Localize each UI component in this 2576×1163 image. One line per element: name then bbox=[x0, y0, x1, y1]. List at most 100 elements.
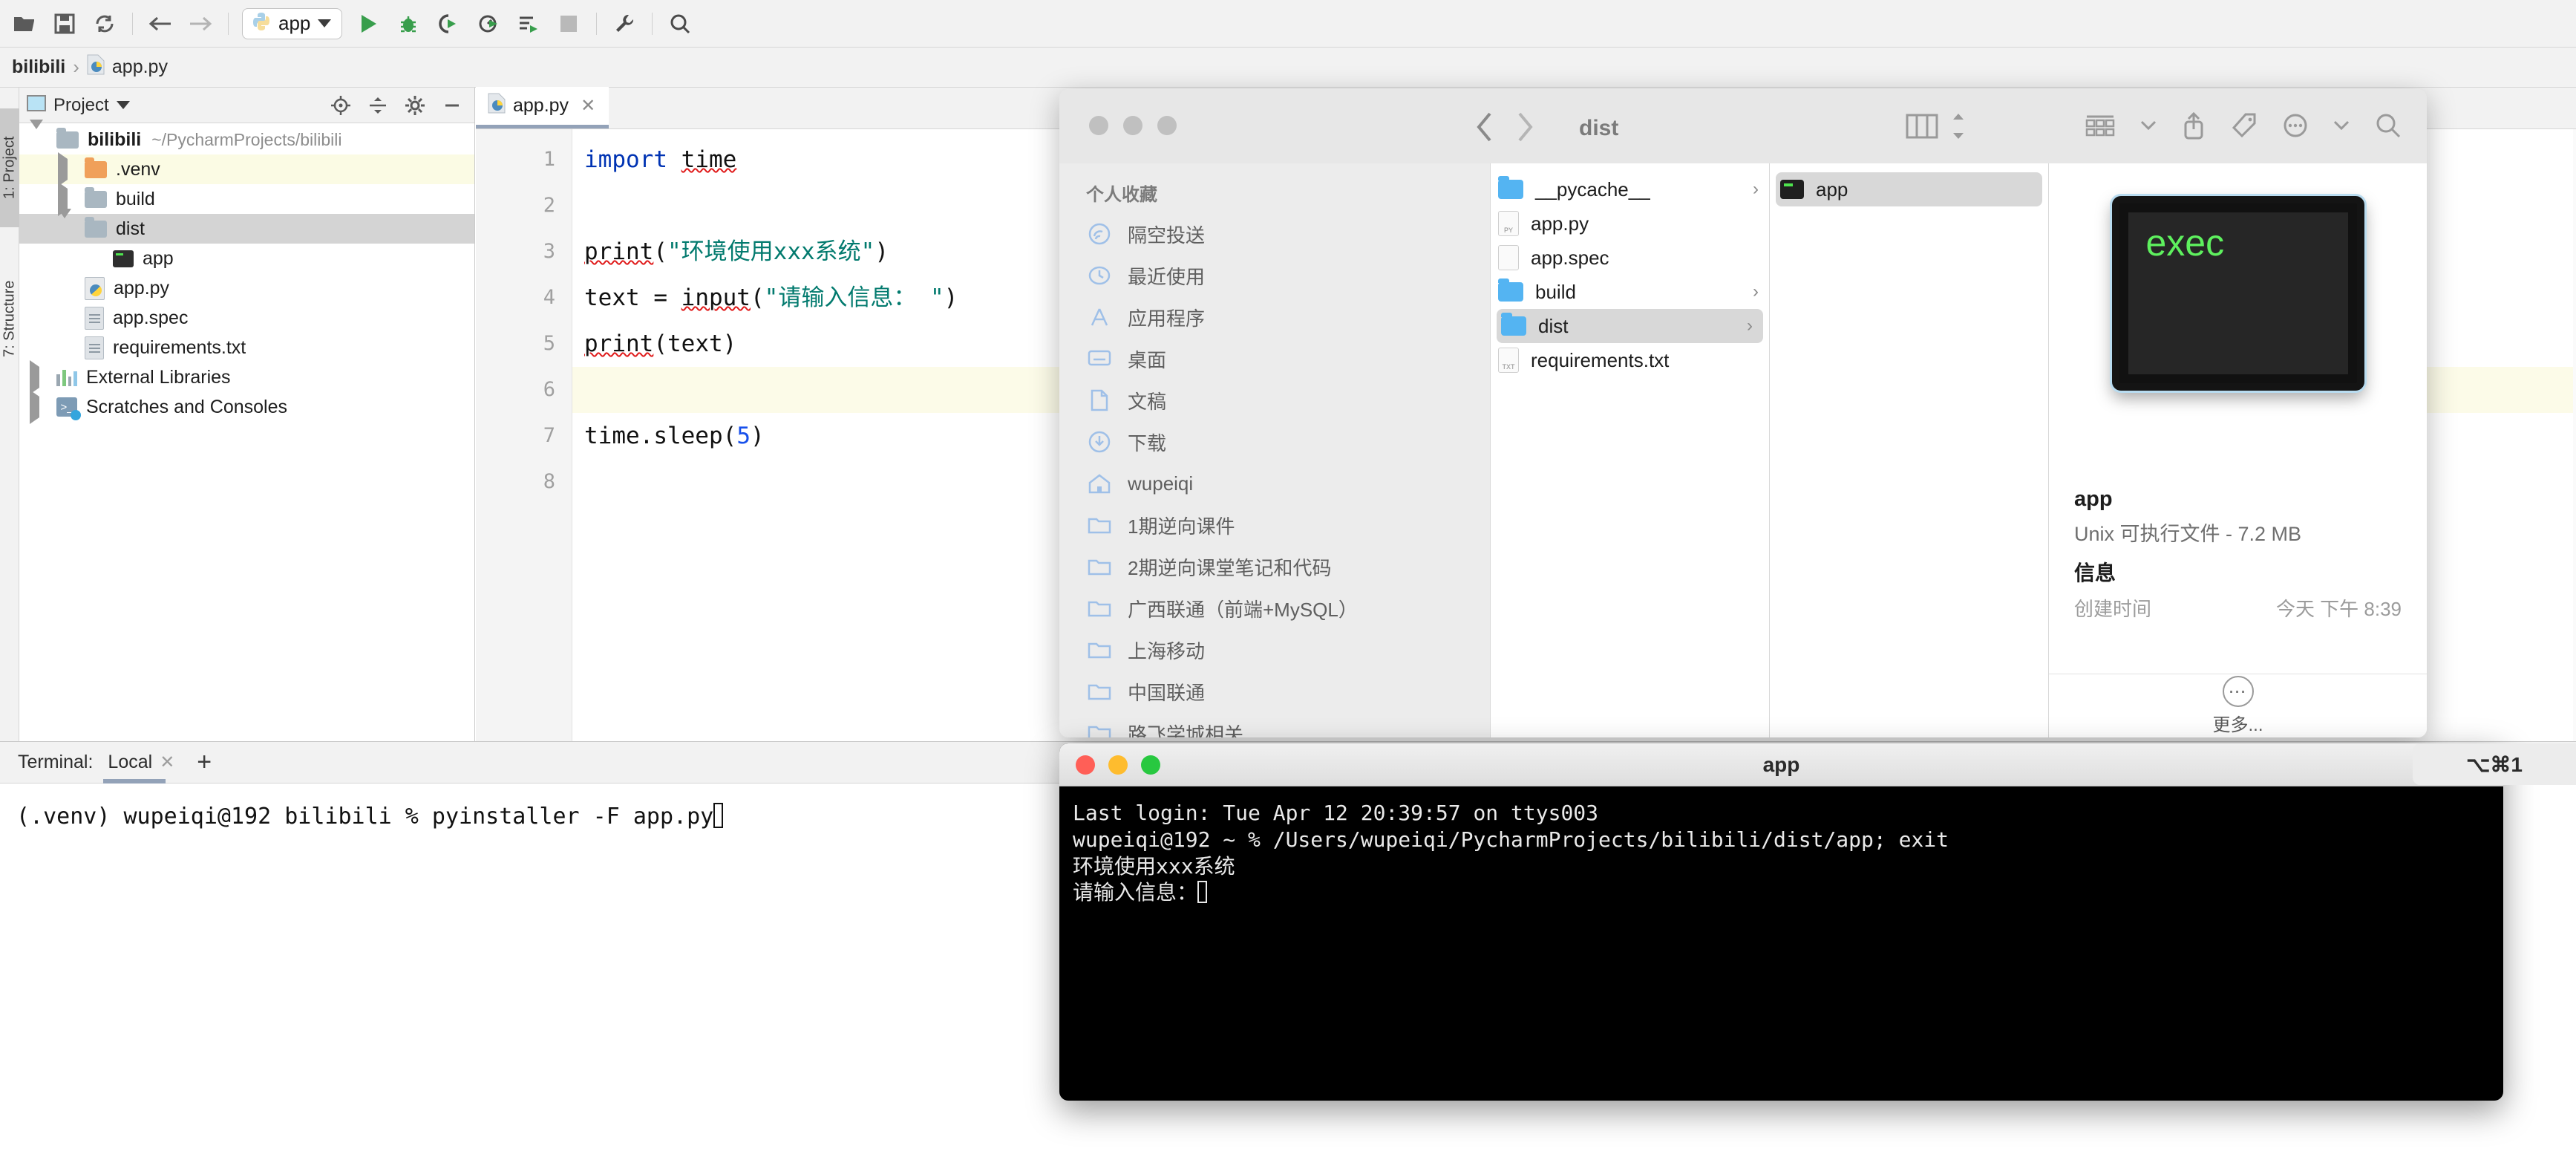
finder-sidebar-section-title: 个人收藏 bbox=[1086, 185, 1157, 205]
back-arrow-icon[interactable] bbox=[140, 7, 180, 40]
finder-sidebar-item-label: 桌面 bbox=[1128, 348, 1167, 371]
finder-file-row[interactable]: PY app.py bbox=[1491, 206, 1769, 241]
run-with-icon[interactable] bbox=[509, 7, 549, 40]
collapse-all-icon[interactable] bbox=[363, 91, 393, 120]
run-coverage-icon[interactable] bbox=[428, 7, 468, 40]
hide-panel-icon[interactable] bbox=[437, 91, 467, 120]
finder-file-label: requirements.txt bbox=[1531, 348, 1670, 371]
tree-item-app-py[interactable]: app.py bbox=[19, 273, 474, 303]
save-icon[interactable] bbox=[45, 7, 85, 40]
finder-sidebar-item[interactable]: 隔空投送 bbox=[1059, 213, 1490, 255]
finder-sidebar-item[interactable]: 路飞学城相关 bbox=[1059, 712, 1490, 737]
finder-file-row[interactable]: build › bbox=[1491, 275, 1769, 309]
finder-sidebar-item[interactable]: wupeiqi bbox=[1059, 463, 1490, 504]
tag-icon[interactable] bbox=[2231, 112, 2258, 139]
tree-item-app[interactable]: app bbox=[19, 244, 474, 273]
finder-sidebar-item[interactable]: 上海移动 bbox=[1059, 629, 1490, 671]
tree-item-app-spec[interactable]: app.spec bbox=[19, 303, 474, 333]
chevron-down-icon[interactable] bbox=[2140, 120, 2157, 131]
sync-icon[interactable] bbox=[85, 7, 125, 40]
terminal-line: 请输入信息： bbox=[1073, 879, 2503, 906]
tree-item-build[interactable]: build bbox=[19, 181, 474, 216]
sort-arrows-icon[interactable] bbox=[1950, 111, 1967, 141]
search-icon[interactable] bbox=[660, 7, 700, 40]
finder-sidebar-item[interactable]: 最近使用 bbox=[1059, 255, 1490, 296]
share-icon[interactable] bbox=[2182, 111, 2206, 140]
twisty-collapsed-icon[interactable] bbox=[30, 389, 46, 424]
column-view-icon[interactable] bbox=[1906, 113, 1938, 140]
add-terminal-button[interactable]: + bbox=[197, 748, 212, 777]
finder-file-row[interactable]: app bbox=[1776, 172, 2042, 206]
finder-sidebar-item[interactable]: 广西联通（前端+MySQL） bbox=[1059, 587, 1490, 629]
open-folder-icon[interactable] bbox=[4, 7, 45, 40]
finder-sidebar-item[interactable]: 桌面 bbox=[1059, 338, 1490, 379]
back-chevron-icon[interactable] bbox=[1475, 111, 1494, 143]
tree-item-bilibili[interactable]: bilibili ~/PycharmProjects/bilibili bbox=[19, 119, 474, 154]
tree-item-label: bilibili bbox=[88, 128, 142, 150]
preview-more-label[interactable]: 更多... bbox=[2212, 710, 2263, 736]
twisty-collapsed-icon[interactable] bbox=[58, 152, 74, 186]
twisty-collapsed-icon[interactable] bbox=[30, 359, 46, 394]
finder-sidebar-item[interactable]: 1期逆向课件 bbox=[1059, 504, 1490, 546]
tree-item-scratches-and-consoles[interactable]: >_ Scratches and Consoles bbox=[19, 389, 474, 424]
editor-scroll-track[interactable] bbox=[2573, 129, 2576, 741]
chevron-down-icon[interactable] bbox=[318, 19, 332, 27]
finder-file-row[interactable]: app.spec bbox=[1491, 241, 1769, 275]
tree-item--venv[interactable]: .venv bbox=[19, 152, 474, 186]
breadcrumb-file[interactable]: app.py bbox=[112, 56, 168, 78]
close-window-button[interactable] bbox=[1089, 116, 1108, 135]
group-view-icon[interactable] bbox=[2085, 113, 2115, 138]
mac-terminal-window: app Last login: Tue Apr 12 20:39:57 on t… bbox=[1059, 743, 2503, 1101]
minimize-window-button[interactable] bbox=[1123, 116, 1142, 135]
finder-file-row[interactable]: dist › bbox=[1497, 309, 1763, 343]
run-icon[interactable] bbox=[348, 7, 388, 40]
tree-item-requirements-txt[interactable]: requirements.txt bbox=[19, 333, 474, 362]
tree-item-dist[interactable]: dist bbox=[19, 208, 474, 244]
python-logo-icon bbox=[252, 12, 271, 35]
chevron-down-icon[interactable] bbox=[2333, 120, 2350, 131]
tree-item-label: .venv bbox=[116, 158, 160, 180]
more-circle-icon[interactable] bbox=[2283, 113, 2308, 138]
twisty-expanded-icon[interactable] bbox=[58, 208, 74, 240]
twisty-collapsed-icon[interactable] bbox=[58, 181, 74, 216]
close-icon[interactable]: ✕ bbox=[581, 95, 595, 117]
forward-arrow-icon[interactable] bbox=[180, 7, 220, 40]
finder-sidebar-item[interactable]: 下载 bbox=[1059, 421, 1490, 463]
finder-file-label: app.py bbox=[1531, 212, 1589, 235]
finder-sidebar-item[interactable]: 2期逆向课堂笔记和代码 bbox=[1059, 546, 1490, 587]
text-file-icon: TXT bbox=[1498, 348, 1519, 373]
toolbar-divider bbox=[132, 12, 133, 35]
editor-tab-app-py[interactable]: app.py ✕ bbox=[476, 87, 609, 128]
maximize-window-button[interactable] bbox=[1157, 116, 1177, 135]
finder-toolbar-right bbox=[2085, 111, 2402, 140]
maximize-window-button[interactable] bbox=[1141, 755, 1160, 775]
chevron-down-icon[interactable] bbox=[116, 101, 130, 109]
finder-sidebar-item[interactable]: 文稿 bbox=[1059, 379, 1490, 421]
finder-sidebar-item-label: 2期逆向课堂笔记和代码 bbox=[1128, 556, 1332, 579]
locate-file-icon[interactable] bbox=[326, 91, 356, 120]
debug-icon[interactable] bbox=[388, 7, 428, 40]
twisty-expanded-icon[interactable] bbox=[30, 119, 46, 151]
run-configuration-selector[interactable]: app bbox=[242, 7, 343, 39]
profile-icon[interactable] bbox=[468, 7, 509, 40]
stop-icon[interactable] bbox=[549, 7, 589, 40]
search-icon[interactable] bbox=[2375, 112, 2402, 139]
terminal-tab-local[interactable]: Local ✕ bbox=[103, 742, 179, 784]
finder-sidebar-item[interactable]: 中国联通 bbox=[1059, 671, 1490, 712]
close-icon[interactable]: ✕ bbox=[160, 752, 174, 773]
tree-item-external-libraries[interactable]: External Libraries bbox=[19, 359, 474, 394]
minimize-window-button[interactable] bbox=[1108, 755, 1128, 775]
finder-file-row[interactable]: __pycache__ › bbox=[1491, 172, 1769, 206]
close-window-button[interactable] bbox=[1076, 755, 1095, 775]
breadcrumb-project[interactable]: bilibili bbox=[12, 56, 65, 78]
finder-file-label: app.spec bbox=[1531, 246, 1609, 269]
mac-terminal-output[interactable]: Last login: Tue Apr 12 20:39:57 on ttys0… bbox=[1059, 786, 2503, 906]
folder-icon bbox=[1086, 556, 1113, 578]
gear-icon[interactable] bbox=[400, 91, 430, 120]
wrench-icon[interactable] bbox=[604, 7, 644, 40]
finder-file-row[interactable]: TXT requirements.txt bbox=[1491, 343, 1769, 377]
line-number: 6 bbox=[543, 378, 555, 401]
finder-sidebar-item[interactable]: 应用程序 bbox=[1059, 296, 1490, 338]
more-circle-icon[interactable]: ⋯ bbox=[2222, 676, 2254, 707]
forward-chevron-icon[interactable] bbox=[1515, 111, 1534, 143]
